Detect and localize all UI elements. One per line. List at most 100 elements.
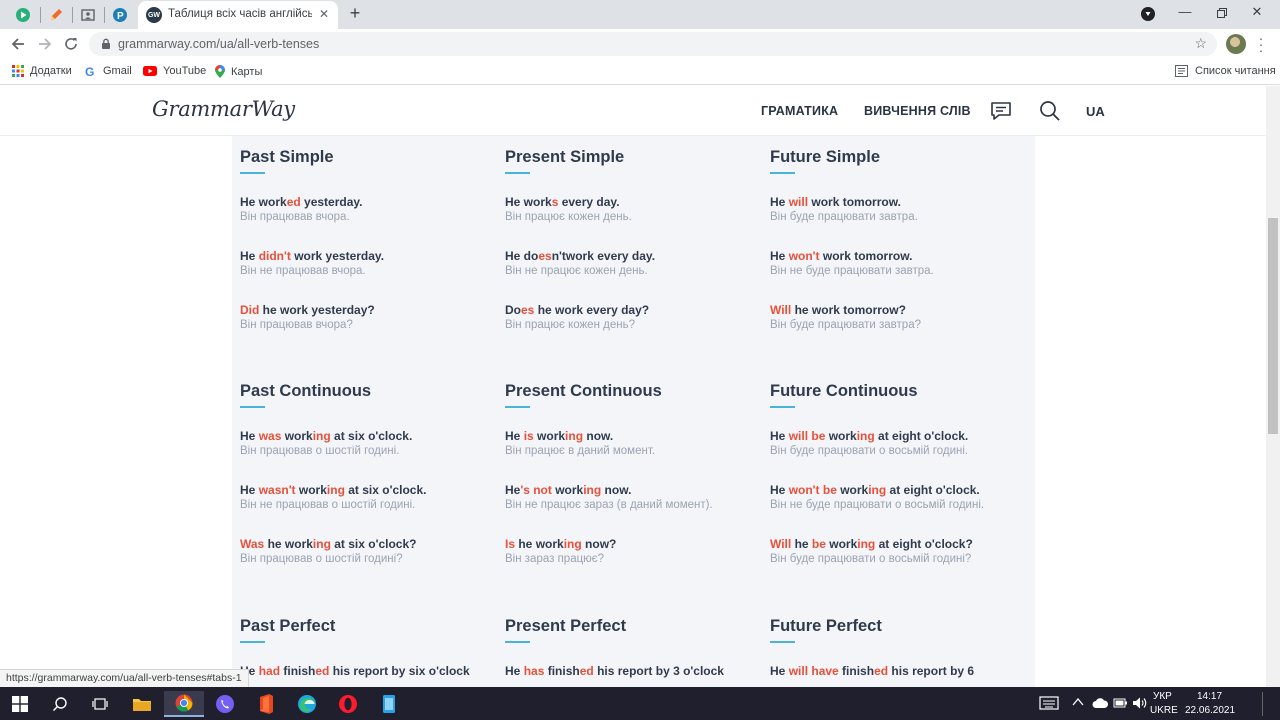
nav-vocabulary-link[interactable]: ВИВЧЕННЯ СЛІВ — [864, 104, 971, 118]
taskbar-edge[interactable] — [287, 691, 327, 717]
example-translation: Він не працює кожен день. — [505, 265, 648, 277]
input-language-bottom[interactable]: UKRE — [1150, 705, 1178, 716]
reload-button[interactable] — [60, 34, 82, 54]
example-english: He is working now. — [505, 429, 614, 443]
example-english: He works every day. — [505, 195, 620, 209]
example-english: He wasn't working at six o'clock. — [240, 483, 427, 497]
cloud-icon[interactable] — [1092, 696, 1108, 710]
taskbar-opera[interactable] — [328, 691, 368, 717]
keyboard-icon[interactable] — [1039, 695, 1059, 711]
bookmark-youtube[interactable]: YouTube — [143, 65, 206, 77]
volume-icon[interactable] — [1132, 696, 1148, 710]
site-logo[interactable]: GrammarWay — [152, 97, 295, 121]
example-translation: Він не працював о шостій годині. — [240, 499, 416, 511]
title-underline — [240, 641, 265, 643]
taskbar-search-button[interactable] — [40, 691, 80, 717]
bookmark-star-icon[interactable]: ☆ — [1194, 35, 1207, 52]
title-underline — [770, 406, 795, 408]
reading-list-icon — [1175, 65, 1188, 77]
page-scrollbar[interactable] — [1266, 86, 1280, 687]
start-button[interactable] — [0, 691, 40, 717]
title-underline — [770, 641, 795, 643]
clock-date[interactable]: 22.06.2021 — [1185, 705, 1235, 716]
example-english: Does he work every day? — [505, 303, 650, 317]
pinned-tab-pencil[interactable] — [40, 3, 72, 27]
pinned-tab-play[interactable] — [7, 3, 39, 27]
classroom-icon — [81, 9, 95, 21]
close-window-button[interactable]: ✕ — [1245, 4, 1269, 24]
back-button[interactable] — [7, 34, 29, 54]
comments-icon[interactable] — [990, 101, 1012, 121]
minimize-button[interactable]: — — [1173, 4, 1197, 24]
new-tab-button[interactable]: + — [345, 4, 365, 24]
lock-icon — [102, 38, 110, 49]
taskbar-viber[interactable] — [205, 691, 245, 717]
taskbar-office[interactable] — [246, 691, 286, 717]
tab-close-icon[interactable]: ✕ — [319, 7, 329, 21]
example-translation: Він зараз працює? — [505, 553, 605, 565]
taskbar-notes[interactable] — [369, 691, 409, 717]
opera-icon — [339, 695, 357, 713]
example-english: He doesn'twork every day. — [505, 249, 656, 263]
web-page: GrammarWay ГРАМАТИКА ВИВЧЕННЯ СЛІВ UA Pa… — [0, 86, 1266, 687]
title-underline — [240, 172, 265, 174]
language-switch[interactable]: UA — [1086, 104, 1105, 119]
search-icon[interactable] — [1039, 100, 1061, 122]
example-english: He didn't work yesterday. — [240, 249, 385, 263]
bookmark-maps[interactable]: Карты — [215, 65, 262, 78]
bookmark-apps[interactable]: Додатки — [12, 65, 72, 77]
svg-text:P: P — [117, 11, 124, 22]
apps-grid-icon — [12, 65, 24, 77]
example-translation: Він буде працювати о восьмій годині? — [770, 553, 972, 565]
arrow-right-icon — [39, 38, 52, 50]
example-translation: Він працював вчора? — [240, 319, 353, 331]
tense-title-present-continuous: Present Continuous — [505, 382, 662, 400]
maximize-button[interactable] — [1210, 4, 1234, 24]
scrollbar-thumb[interactable] — [1268, 218, 1278, 434]
example-english: He worked yesterday. — [240, 195, 363, 209]
bookmark-label: Додатки — [30, 65, 72, 77]
maximize-icon — [1217, 8, 1227, 18]
bookmark-label: YouTube — [163, 65, 207, 77]
bookmark-gmail[interactable]: G Gmail — [85, 65, 132, 77]
example-translation: Він не буде працювати завтра. — [770, 265, 934, 277]
task-view-icon — [92, 698, 108, 710]
input-language-top[interactable]: УКР — [1153, 691, 1172, 702]
tab-title: Таблиця всіх часів англійської м — [168, 8, 312, 20]
pencil-icon — [51, 9, 62, 20]
nav-grammar-link[interactable]: ГРАМАТИКА — [761, 104, 838, 118]
clock-time[interactable]: 14:17 — [1197, 691, 1222, 702]
example-translation: Він буде працювати завтра. — [770, 211, 918, 223]
taskbar-explorer[interactable] — [122, 691, 162, 717]
browser-menu-icon[interactable]: · · · — [1257, 31, 1265, 57]
pinned-tab-classroom[interactable] — [72, 3, 104, 27]
folder-icon — [133, 699, 151, 711]
example-english: He won't work tomorrow. — [770, 249, 913, 263]
example-english: He will be working at eight o'clock. — [770, 429, 969, 443]
notes-icon — [383, 695, 395, 713]
reading-list-button[interactable]: Список читання — [1175, 65, 1276, 77]
example-translation: Він буде працювати о восьмій годині. — [770, 445, 969, 457]
youtube-icon — [143, 66, 157, 76]
active-tab[interactable]: GW Таблиця всіх часів англійської м ✕ — [138, 1, 338, 29]
chevron-up-icon[interactable] — [1072, 697, 1084, 707]
office-icon — [260, 694, 273, 714]
address-bar[interactable]: grammarway.com/ua/all-verb-tenses ☆ — [89, 32, 1217, 56]
example-translation: Він працював о шостій годині. — [240, 445, 400, 457]
media-control-button[interactable] — [1136, 4, 1160, 24]
browser-toolbar: grammarway.com/ua/all-verb-tenses ☆ · · · — [0, 29, 1280, 59]
battery-icon[interactable] — [1112, 696, 1128, 710]
bookmark-label: Карты — [231, 65, 263, 78]
task-view-button[interactable] — [80, 691, 120, 717]
forward-button[interactable] — [34, 34, 56, 54]
profile-avatar[interactable] — [1226, 34, 1246, 54]
reload-icon — [65, 38, 77, 50]
google-icon: G — [85, 65, 94, 77]
pinned-tab-p[interactable]: P — [104, 3, 136, 27]
title-underline — [240, 406, 265, 408]
status-bar-url: https://grammarway.com/ua/all-verb-tense… — [0, 669, 249, 687]
title-underline — [770, 172, 795, 174]
taskbar-chrome[interactable] — [164, 691, 204, 717]
edge-icon — [298, 695, 316, 713]
chrome-icon — [175, 694, 193, 712]
